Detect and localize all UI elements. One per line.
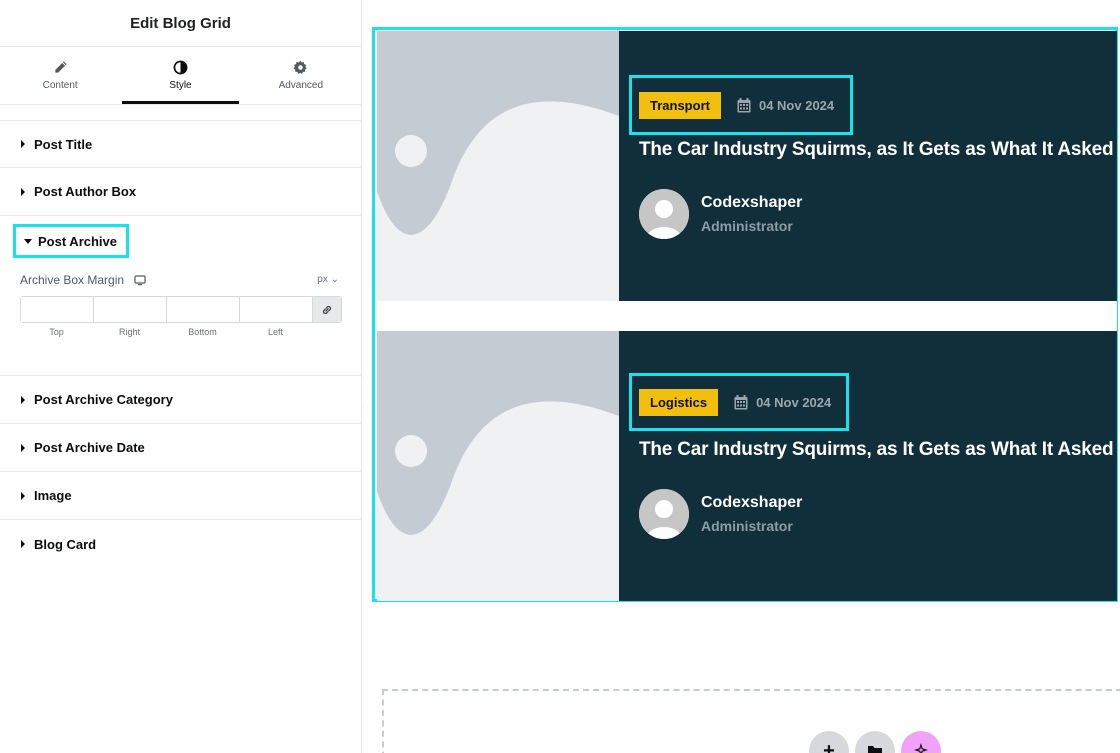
- margin-top-input[interactable]: [21, 297, 94, 322]
- section-label: Post Author Box: [34, 184, 137, 199]
- section-post-author-box[interactable]: Post Author Box: [0, 168, 361, 216]
- post-author-box: Codexshaper Administrator: [639, 489, 802, 539]
- author-role: Administrator: [701, 218, 793, 234]
- dropzone-buttons: +: [809, 731, 941, 753]
- tab-advanced-label: Advanced: [278, 80, 324, 91]
- caret-right-icon: [21, 140, 25, 148]
- author-info: Codexshaper Administrator: [701, 194, 802, 234]
- field-label-bottom: Bottom: [188, 327, 217, 337]
- margin-left-input[interactable]: [240, 297, 313, 322]
- tab-content[interactable]: Content: [0, 47, 120, 104]
- section-label: Post Archive Date: [34, 440, 145, 455]
- ai-button[interactable]: [901, 731, 941, 753]
- add-section-dropzone[interactable]: [382, 689, 1120, 753]
- section-post-title[interactable]: Post Title: [0, 120, 361, 168]
- post-date-text: 04 Nov 2024: [756, 394, 832, 410]
- add-section-button[interactable]: +: [809, 731, 849, 753]
- caret-right-icon: [21, 443, 25, 452]
- tab-style-label: Style: [169, 80, 192, 91]
- image-placeholder-icon: [377, 331, 619, 601]
- section-image[interactable]: Image: [0, 472, 361, 520]
- unit-value: px: [317, 274, 328, 285]
- section-post-archive: Post Archive Archive Box Margin px ⌄ Top…: [0, 216, 361, 376]
- preview-canvas: Transport 04 Nov 2024 The Car Industry S…: [363, 0, 1120, 753]
- author-name[interactable]: Codexshaper: [701, 494, 802, 512]
- card-content: Logistics 04 Nov 2024 The Car Industry S…: [629, 331, 1117, 601]
- post-author-box: Codexshaper Administrator: [639, 189, 802, 239]
- calendar-icon: [737, 97, 751, 112]
- section-label: Post Archive Category: [34, 392, 173, 407]
- section-label: Blog Card: [34, 536, 97, 552]
- caret-right-icon: [21, 395, 25, 404]
- margin-bottom-input[interactable]: [167, 297, 240, 322]
- panel-title: Edit Blog Grid: [0, 0, 361, 47]
- avatar: [639, 489, 689, 539]
- caret-right-icon: [21, 491, 25, 500]
- desktop-icon[interactable]: [134, 274, 146, 286]
- category-badge[interactable]: Transport: [639, 91, 721, 119]
- tab-advanced[interactable]: Advanced: [241, 47, 361, 104]
- pencil-icon: [55, 61, 67, 73]
- section-post-archive-category[interactable]: Post Archive Category: [0, 376, 361, 424]
- post-date-text: 04 Nov 2024: [758, 97, 835, 113]
- post-thumbnail: [377, 331, 619, 601]
- contrast-icon: [173, 60, 188, 75]
- unit-selector[interactable]: px ⌄: [317, 274, 339, 285]
- link-values-button[interactable]: [313, 297, 341, 322]
- post-archive-box[interactable]: Logistics 04 Nov 2024: [629, 373, 850, 431]
- author-info: Codexshaper Administrator: [701, 494, 802, 534]
- author-role: Administrator: [701, 518, 793, 534]
- section-label: Post Archive: [38, 233, 117, 249]
- post-archive-box[interactable]: Transport 04 Nov 2024: [629, 75, 854, 135]
- category-badge[interactable]: Logistics: [639, 388, 719, 416]
- user-avatar-icon: [639, 189, 689, 239]
- gear-icon: [293, 60, 307, 74]
- post-date: 04 Nov 2024: [737, 97, 835, 113]
- margin-field-labels: Top Right Bottom Left: [20, 327, 315, 337]
- caret-right-icon: [21, 187, 25, 196]
- add-template-button[interactable]: [855, 731, 895, 753]
- author-name[interactable]: Codexshaper: [701, 194, 802, 212]
- card-gap: [377, 301, 1117, 331]
- section-post-archive-date[interactable]: Post Archive Date: [0, 424, 361, 472]
- section-label: Image: [34, 488, 72, 503]
- folder-icon: [868, 746, 882, 753]
- post-title[interactable]: The Car Industry Squirms, as It Gets as …: [639, 139, 1114, 161]
- calendar-icon: [734, 394, 748, 409]
- tab-content-label: Content: [42, 80, 78, 91]
- section-post-archive-toggle[interactable]: Post Archive: [13, 224, 129, 258]
- caret-right-icon: [21, 540, 25, 548]
- post-date: 04 Nov 2024: [734, 394, 832, 410]
- field-label-top: Top: [49, 327, 64, 337]
- post-title[interactable]: The Car Industry Squirms, as It Gets as …: [639, 439, 1114, 461]
- plus-icon: +: [823, 739, 835, 753]
- chevron-down-icon: ⌄: [330, 274, 339, 285]
- caret-down-icon: [24, 238, 32, 244]
- post-thumbnail: [377, 31, 619, 301]
- blog-card[interactable]: Transport 04 Nov 2024 The Car Industry S…: [377, 31, 1117, 301]
- avatar: [639, 189, 689, 239]
- field-label-left: Left: [267, 327, 283, 337]
- margin-right-input[interactable]: [94, 297, 167, 322]
- margin-dimensions: [20, 296, 342, 323]
- card-content: Transport 04 Nov 2024 The Car Industry S…: [629, 31, 1117, 301]
- blog-card[interactable]: Logistics 04 Nov 2024 The Car Industry S…: [377, 331, 1117, 601]
- blog-grid-widget[interactable]: Transport 04 Nov 2024 The Car Industry S…: [372, 27, 1118, 602]
- section-label: Post Title: [34, 136, 93, 152]
- user-avatar-icon: [639, 489, 689, 539]
- image-placeholder-icon: [377, 31, 619, 301]
- sparkle-icon: [914, 743, 928, 753]
- field-label-right: Right: [118, 327, 140, 337]
- editor-panel: Edit Blog Grid Content Style Advanced Po…: [0, 0, 362, 753]
- archive-box-margin-label: Archive Box Margin: [20, 273, 146, 287]
- section-blog-card[interactable]: Blog Card: [0, 520, 361, 568]
- link-icon: [322, 305, 332, 314]
- control-label: Archive Box Margin: [20, 273, 125, 287]
- tab-style[interactable]: Style: [120, 47, 240, 104]
- panel-tabs: Content Style Advanced: [0, 47, 361, 105]
